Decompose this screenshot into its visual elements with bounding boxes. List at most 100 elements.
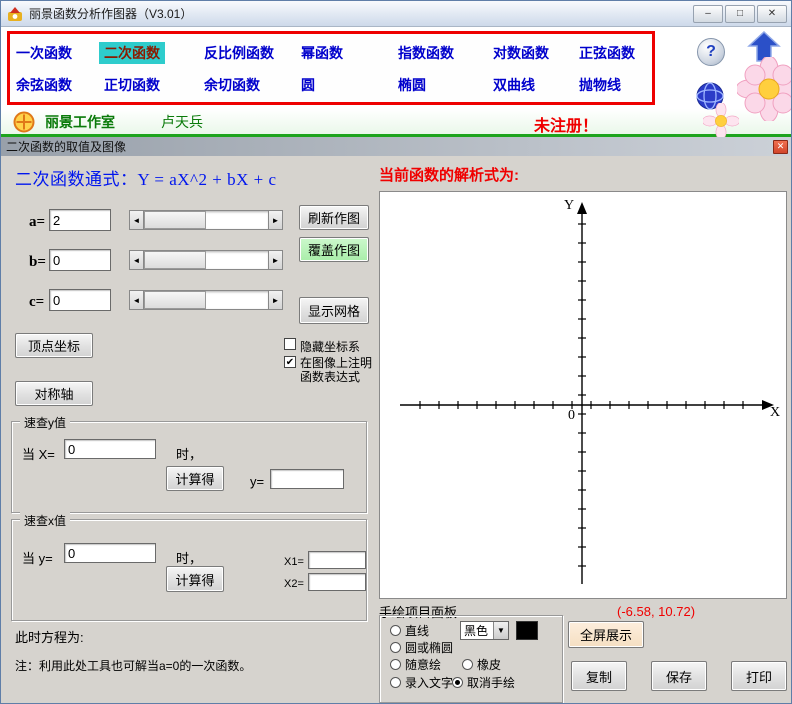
topbar: 一次函数 二次函数 反比例函数 幂函数 指数函数 对数函数 正弦函数 余弦函数 … bbox=[1, 27, 791, 109]
register-status: 未注册！ bbox=[534, 118, 599, 135]
annotate-label: 在图像上注明 函数表达式 bbox=[300, 356, 372, 384]
c-scroll-right-icon[interactable]: ► bbox=[268, 290, 283, 310]
a-scroll-left-icon[interactable]: ◄ bbox=[129, 210, 144, 230]
cancel-draw-radio-label: 取消手绘 bbox=[467, 676, 516, 690]
dropdown-arrow-icon[interactable]: ▼ bbox=[493, 622, 508, 639]
quick-y-x-input[interactable] bbox=[64, 439, 156, 459]
c-scrollbar[interactable]: ◄ ► bbox=[129, 290, 283, 310]
nav-exponential-function[interactable]: 指数函数 bbox=[398, 43, 454, 63]
cancel-draw-radio[interactable]: 取消手绘 bbox=[452, 674, 515, 691]
radio-icon[interactable] bbox=[390, 677, 401, 688]
radio-selected-icon[interactable] bbox=[452, 677, 463, 688]
app-icon bbox=[8, 6, 22, 21]
c-scroll-track[interactable] bbox=[144, 290, 268, 310]
text-entry-radio-label: 录入文字 bbox=[405, 676, 454, 690]
close-button[interactable]: ✕ bbox=[757, 4, 787, 23]
x2-result-input[interactable] bbox=[308, 573, 366, 591]
fullscreen-button[interactable]: 全屏展示 bbox=[568, 621, 644, 648]
c-input[interactable] bbox=[49, 289, 111, 311]
nav-cotangent-function[interactable]: 余切函数 bbox=[204, 75, 260, 95]
eraser-radio[interactable]: 橡皮 bbox=[462, 656, 501, 673]
quick-x-y-input[interactable] bbox=[64, 543, 156, 563]
quick-y-result-input[interactable] bbox=[270, 469, 344, 489]
vertex-coordinates-button[interactable]: 顶点坐标 bbox=[15, 333, 93, 358]
nav-linear-function[interactable]: 一次函数 bbox=[16, 43, 72, 63]
annotate-formula-checkbox[interactable]: ✔ 在图像上注明 函数表达式 bbox=[284, 356, 372, 384]
circle-ellipse-radio[interactable]: 圆或椭圆 bbox=[390, 639, 453, 656]
radio-icon[interactable] bbox=[462, 659, 473, 670]
formula-text: 二次函数通式：Y = aX^2 + bX + c bbox=[15, 170, 277, 189]
c-scroll-left-icon[interactable]: ◄ bbox=[129, 290, 144, 310]
radio-icon[interactable] bbox=[390, 625, 401, 636]
studio-name: 丽景工作室 bbox=[45, 113, 115, 130]
print-button[interactable]: 打印 bbox=[731, 661, 787, 691]
x1-result-input[interactable] bbox=[308, 551, 366, 569]
b-label: b= bbox=[29, 254, 46, 270]
quick-y-prefix: 当 X= bbox=[22, 447, 55, 462]
nav-circle[interactable]: 圆 bbox=[301, 75, 315, 95]
a-scroll-track[interactable] bbox=[144, 210, 268, 230]
a-scroll-right-icon[interactable]: ► bbox=[268, 210, 283, 230]
cursor-coordinates: (-6.58, 10.72) bbox=[617, 604, 696, 619]
draw-panel: 直线 圆或椭圆 随意绘 录入文字 黑色 ▼ 橡皮 取消手绘 bbox=[379, 615, 563, 703]
minimize-button[interactable]: – bbox=[693, 4, 723, 23]
b-scroll-left-icon[interactable]: ◄ bbox=[129, 250, 144, 270]
nav-logarithm-function[interactable]: 对数函数 bbox=[493, 43, 549, 63]
color-select[interactable]: 黑色 ▼ bbox=[460, 621, 509, 640]
help-button[interactable]: ? bbox=[697, 38, 725, 66]
overlay-plot-button[interactable]: 覆盖作图 bbox=[299, 237, 369, 262]
b-scroll-thumb[interactable] bbox=[144, 251, 206, 269]
hide-axes-checkbox[interactable]: 隐藏坐标系 bbox=[284, 338, 360, 355]
nav-inverse-function[interactable]: 反比例函数 bbox=[204, 43, 274, 63]
b-scroll-track[interactable] bbox=[144, 250, 268, 270]
freehand-radio[interactable]: 随意绘 bbox=[390, 656, 441, 673]
studio-bar: 丽景工作室 卢天兵 未注册！ bbox=[1, 109, 791, 137]
nav-sine-function[interactable]: 正弦函数 bbox=[579, 43, 635, 63]
axes-svg bbox=[400, 202, 774, 584]
b-input[interactable] bbox=[49, 249, 111, 271]
small-flower-decoration-icon bbox=[703, 103, 739, 139]
nav-quadratic-function[interactable]: 二次函数 bbox=[99, 41, 165, 64]
a-scrollbar[interactable]: ◄ ► bbox=[129, 210, 283, 230]
checkbox-unchecked-icon[interactable] bbox=[284, 338, 296, 350]
symmetry-axis-button[interactable]: 对称轴 bbox=[15, 381, 93, 406]
copy-button[interactable]: 复制 bbox=[571, 661, 627, 691]
nav-hyperbola[interactable]: 双曲线 bbox=[493, 75, 535, 95]
plot-canvas[interactable]: Y X 0 bbox=[379, 191, 787, 599]
quick-y-calc-button[interactable]: 计算得 bbox=[166, 466, 224, 491]
save-button[interactable]: 保存 bbox=[651, 661, 707, 691]
c-scroll-thumb[interactable] bbox=[144, 291, 206, 309]
radio-icon[interactable] bbox=[390, 642, 401, 653]
circle-ellipse-radio-label: 圆或椭圆 bbox=[405, 641, 454, 655]
quick-x-calc-button[interactable]: 计算得 bbox=[166, 566, 224, 592]
nav-cosine-function[interactable]: 余弦函数 bbox=[16, 75, 72, 95]
show-grid-button[interactable]: 显示网格 bbox=[299, 297, 369, 324]
radio-icon[interactable] bbox=[390, 659, 401, 670]
color-swatch bbox=[516, 621, 538, 640]
b-scroll-right-icon[interactable]: ► bbox=[268, 250, 283, 270]
text-entry-radio[interactable]: 录入文字 bbox=[390, 674, 453, 691]
b-scrollbar[interactable]: ◄ ► bbox=[129, 250, 283, 270]
quick-y-title: 速查y值 bbox=[20, 414, 71, 431]
annotate-label-line1: 在图像上注明 bbox=[300, 356, 373, 370]
refresh-plot-button[interactable]: 刷新作图 bbox=[299, 205, 369, 230]
color-select-value: 黑色 bbox=[464, 624, 489, 638]
checkbox-checked-icon[interactable]: ✔ bbox=[284, 356, 296, 368]
a-input[interactable] bbox=[49, 209, 111, 231]
nav-row-1: 一次函数 二次函数 反比例函数 幂函数 指数函数 对数函数 正弦函数 bbox=[16, 41, 652, 64]
quick-x-prefix: 当 y= bbox=[22, 551, 53, 566]
nav-row-2: 余弦函数 正切函数 余切函数 圆 椭圆 双曲线 抛物线 bbox=[16, 75, 652, 95]
a-scroll-thumb[interactable] bbox=[144, 211, 206, 229]
nav-parabola[interactable]: 抛物线 bbox=[579, 75, 621, 95]
maximize-button[interactable]: □ bbox=[725, 4, 755, 23]
nav-tangent-function[interactable]: 正切函数 bbox=[104, 75, 160, 95]
nav-ellipse[interactable]: 椭圆 bbox=[398, 75, 426, 95]
line-radio[interactable]: 直线 bbox=[390, 622, 429, 639]
function-nav: 一次函数 二次函数 反比例函数 幂函数 指数函数 对数函数 正弦函数 余弦函数 … bbox=[7, 31, 655, 105]
titlebar: 丽景函数分析作图器（V3.01） – □ ✕ bbox=[1, 1, 791, 27]
hide-axes-label: 隐藏坐标系 bbox=[300, 340, 361, 354]
app-window: 丽景函数分析作图器（V3.01） – □ ✕ 一次函数 二次函数 反比例函数 幂… bbox=[0, 0, 792, 704]
nav-power-function[interactable]: 幂函数 bbox=[301, 43, 343, 63]
freehand-radio-label: 随意绘 bbox=[405, 658, 442, 672]
panel-close-button[interactable]: ✕ bbox=[773, 139, 788, 154]
